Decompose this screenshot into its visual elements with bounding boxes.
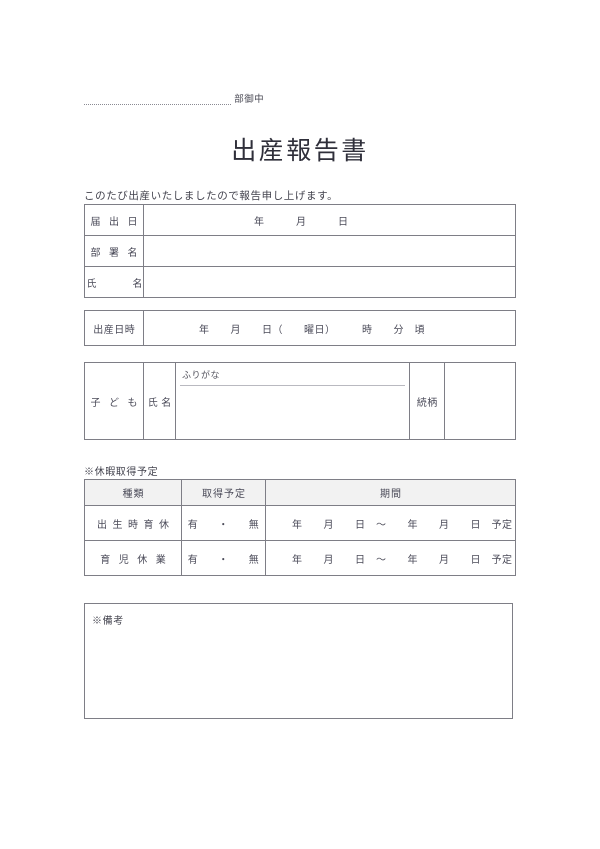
row-label-birth-datetime: 出産日時 — [84, 310, 144, 346]
remarks-label: ※備考 — [92, 616, 124, 627]
choice-no[interactable]: 無 — [249, 555, 260, 566]
birth-datetime-placeholder: 年 月 日（ 曜日） 時 分 頃 — [199, 324, 425, 336]
leave-type-birth: 出 生 時 育 休 — [84, 505, 182, 541]
field-child-name[interactable]: ふりがな — [175, 362, 410, 440]
furigana-divider — [180, 385, 405, 386]
row-label-department: 部 署 名 — [84, 235, 144, 267]
document-page: 部御中 出産報告書 このたび出産いたしましたので報告申し上げます。 届 出 日 … — [0, 0, 600, 849]
remarks-box[interactable]: ※備考 — [84, 603, 513, 719]
table-row: 子 ど も 氏 名 ふりがな 続柄 — [84, 362, 516, 440]
leave-choice-birth[interactable]: 有 ・ 無 — [181, 505, 266, 541]
row-label-report-date: 届 出 日 — [84, 204, 144, 236]
child-table: 子 ど も 氏 名 ふりがな 続柄 — [84, 362, 516, 440]
row-label-name: 氏 名 — [84, 266, 144, 298]
table-row: 出産日時 年 月 日（ 曜日） 時 分 頃 — [84, 310, 516, 346]
addressee-label: 部御中 — [234, 94, 264, 105]
table-row: 出 生 時 育 休 有 ・ 無 年 月 日 ～ 年 月 日 予定 — [84, 505, 516, 541]
column-header-plan: 取得予定 — [181, 479, 266, 506]
choice-yes[interactable]: 有 — [188, 520, 199, 531]
column-header-period: 期間 — [265, 479, 516, 506]
table-row: 育 児 休 業 有 ・ 無 年 月 日 ～ 年 月 日 予定 — [84, 540, 516, 576]
table-row: 氏 名 — [84, 266, 516, 298]
row-label-child: 子 ど も — [84, 362, 144, 440]
table-header-row: 種類 取得予定 期間 — [84, 479, 516, 506]
furigana-label: ふりがな — [182, 370, 221, 380]
report-date-placeholder: 年 月 日 — [254, 216, 349, 228]
field-relation[interactable] — [444, 362, 516, 440]
leave-period-birth-placeholder: 年 月 日 ～ 年 月 日 予定 — [292, 519, 513, 531]
page-title: 出産報告書 — [231, 138, 369, 165]
choice-separator: ・ — [218, 554, 229, 566]
field-birth-datetime[interactable]: 年 月 日（ 曜日） 時 分 頃 — [143, 310, 516, 346]
row-label-child-name: 氏 名 — [143, 362, 176, 440]
addressee-row: 部御中 — [84, 90, 264, 105]
leave-table: 種類 取得予定 期間 出 生 時 育 休 有 ・ 無 年 月 日 ～ 年 月 日… — [84, 479, 516, 576]
field-name[interactable] — [143, 266, 516, 298]
table-row: 届 出 日 年 月 日 — [84, 204, 516, 236]
column-header-type: 種類 — [84, 479, 182, 506]
field-department[interactable] — [143, 235, 516, 267]
leave-choice-childcare[interactable]: 有 ・ 無 — [181, 540, 266, 576]
field-report-date[interactable]: 年 月 日 — [143, 204, 516, 236]
intro-text: このたび出産いたしましたので報告申し上げます。 — [84, 191, 339, 202]
addressee-dotted-line[interactable] — [84, 90, 232, 105]
leave-period-childcare[interactable]: 年 月 日 ～ 年 月 日 予定 — [265, 540, 516, 576]
leave-period-childcare-placeholder: 年 月 日 ～ 年 月 日 予定 — [292, 554, 513, 566]
row-label-relation: 続柄 — [409, 362, 445, 440]
birth-datetime-table: 出産日時 年 月 日（ 曜日） 時 分 頃 — [84, 310, 516, 346]
applicant-table: 届 出 日 年 月 日 部 署 名 氏 名 — [84, 204, 516, 298]
table-row: 部 署 名 — [84, 235, 516, 267]
choice-no[interactable]: 無 — [249, 520, 260, 531]
leave-type-childcare: 育 児 休 業 — [84, 540, 182, 576]
choice-yes[interactable]: 有 — [188, 555, 199, 566]
leave-period-birth[interactable]: 年 月 日 ～ 年 月 日 予定 — [265, 505, 516, 541]
choice-separator: ・ — [218, 519, 229, 531]
leave-section-heading: ※休暇取得予定 — [84, 467, 159, 478]
